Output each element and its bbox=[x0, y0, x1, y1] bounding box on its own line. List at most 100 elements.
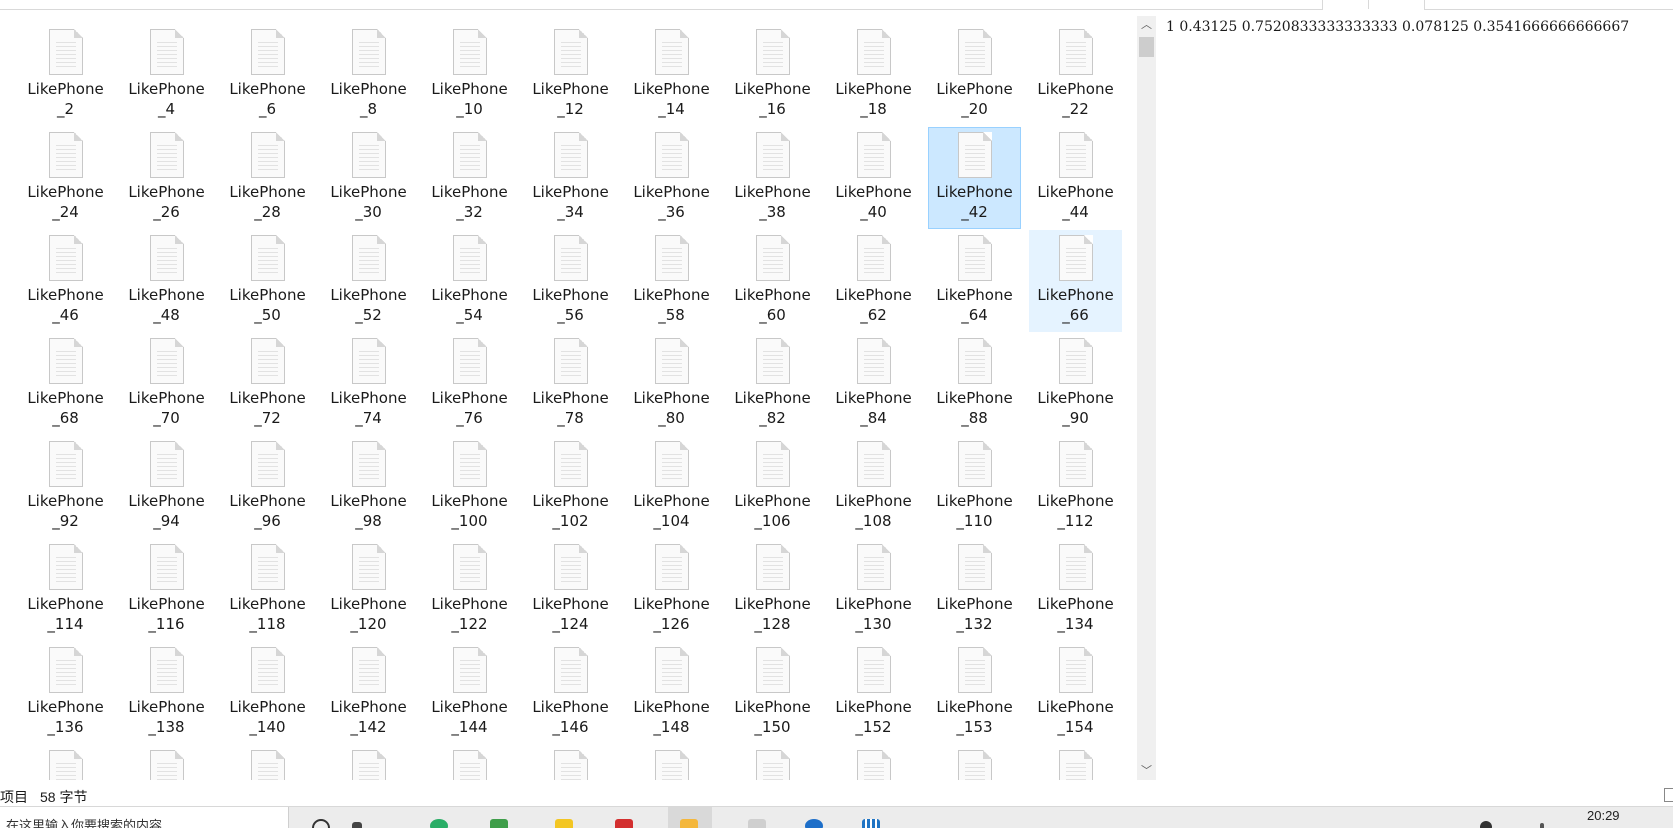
file-item[interactable]: LikePhone _40 bbox=[827, 127, 920, 229]
file-item[interactable]: LikePhone _70 bbox=[120, 333, 213, 435]
file-item[interactable]: LikePhone _74 bbox=[322, 333, 415, 435]
file-item[interactable]: LikePhone _132 bbox=[928, 539, 1021, 641]
file-item[interactable]: LikePhone _102 bbox=[524, 436, 617, 538]
file-item[interactable]: LikePhone _112 bbox=[1029, 436, 1122, 538]
file-item[interactable]: LikePhone _76 bbox=[423, 333, 516, 435]
file-item[interactable]: LikePhone _24 bbox=[19, 127, 112, 229]
file-item[interactable]: LikePhone _144 bbox=[423, 642, 516, 744]
file-item[interactable]: LikePhone _152 bbox=[827, 642, 920, 744]
file-item[interactable]: LikePhone _46 bbox=[19, 230, 112, 332]
file-name: LikePhone _100 bbox=[424, 491, 515, 531]
file-item[interactable]: LikePhone _14 bbox=[625, 24, 718, 126]
file-item[interactable]: LikePhone _52 bbox=[322, 230, 415, 332]
file-item[interactable]: LikePhone _108 bbox=[827, 436, 920, 538]
file-item[interactable]: LikePhone _92 bbox=[19, 436, 112, 538]
file-item[interactable]: LikePhone _84 bbox=[827, 333, 920, 435]
scroll-thumb[interactable] bbox=[1139, 37, 1154, 57]
taskbar-clock[interactable]: 20:29 bbox=[1587, 808, 1620, 823]
file-item[interactable] bbox=[726, 745, 819, 780]
file-item[interactable]: LikePhone _130 bbox=[827, 539, 920, 641]
file-item[interactable]: LikePhone _26 bbox=[120, 127, 213, 229]
file-item[interactable]: LikePhone _94 bbox=[120, 436, 213, 538]
file-item[interactable]: LikePhone _48 bbox=[120, 230, 213, 332]
scroll-up-arrow-icon[interactable]: ︿ bbox=[1137, 16, 1156, 34]
file-item[interactable]: LikePhone _136 bbox=[19, 642, 112, 744]
file-item[interactable]: LikePhone _146 bbox=[524, 642, 617, 744]
file-item[interactable]: LikePhone _150 bbox=[726, 642, 819, 744]
file-item[interactable]: LikePhone _66 bbox=[1029, 230, 1122, 332]
file-item[interactable]: LikePhone _124 bbox=[524, 539, 617, 641]
file-item[interactable] bbox=[19, 745, 112, 780]
file-item[interactable]: LikePhone _142 bbox=[322, 642, 415, 744]
file-item[interactable]: LikePhone _36 bbox=[625, 127, 718, 229]
file-item[interactable] bbox=[625, 745, 718, 780]
file-item[interactable]: LikePhone _22 bbox=[1029, 24, 1122, 126]
file-item[interactable]: LikePhone _8 bbox=[322, 24, 415, 126]
file-item[interactable]: LikePhone _56 bbox=[524, 230, 617, 332]
file-item[interactable]: LikePhone _50 bbox=[221, 230, 314, 332]
file-item[interactable]: LikePhone _118 bbox=[221, 539, 314, 641]
file-item[interactable] bbox=[221, 745, 314, 780]
file-item[interactable]: LikePhone _28 bbox=[221, 127, 314, 229]
view-toggle-icon[interactable] bbox=[1664, 788, 1673, 802]
file-name-line2: _52 bbox=[355, 306, 382, 324]
file-item[interactable]: LikePhone _78 bbox=[524, 333, 617, 435]
file-item[interactable] bbox=[928, 745, 1021, 780]
file-item[interactable]: LikePhone _34 bbox=[524, 127, 617, 229]
file-item[interactable]: LikePhone _154 bbox=[1029, 642, 1122, 744]
file-item[interactable]: LikePhone _104 bbox=[625, 436, 718, 538]
file-item[interactable]: LikePhone _140 bbox=[221, 642, 314, 744]
file-item[interactable] bbox=[423, 745, 516, 780]
file-item[interactable]: LikePhone _88 bbox=[928, 333, 1021, 435]
file-item[interactable]: LikePhone _148 bbox=[625, 642, 718, 744]
file-item[interactable] bbox=[120, 745, 213, 780]
scroll-down-arrow-icon[interactable]: ﹀ bbox=[1137, 762, 1156, 780]
file-item[interactable]: LikePhone _110 bbox=[928, 436, 1021, 538]
file-item[interactable]: LikePhone _12 bbox=[524, 24, 617, 126]
file-item[interactable]: LikePhone _4 bbox=[120, 24, 213, 126]
text-file-icon bbox=[452, 338, 487, 384]
file-item[interactable]: LikePhone _96 bbox=[221, 436, 314, 538]
file-item[interactable]: LikePhone _68 bbox=[19, 333, 112, 435]
file-item[interactable]: LikePhone _30 bbox=[322, 127, 415, 229]
file-item[interactable]: LikePhone _64 bbox=[928, 230, 1021, 332]
file-item[interactable]: LikePhone _126 bbox=[625, 539, 718, 641]
file-item[interactable] bbox=[322, 745, 415, 780]
task-view-icon[interactable] bbox=[352, 822, 362, 828]
file-item[interactable]: LikePhone _134 bbox=[1029, 539, 1122, 641]
file-item[interactable] bbox=[827, 745, 920, 780]
file-item[interactable]: LikePhone _128 bbox=[726, 539, 819, 641]
file-item[interactable]: LikePhone _100 bbox=[423, 436, 516, 538]
file-item[interactable]: LikePhone _120 bbox=[322, 539, 415, 641]
file-item[interactable]: LikePhone _153 bbox=[928, 642, 1021, 744]
file-item[interactable]: LikePhone _138 bbox=[120, 642, 213, 744]
file-item[interactable]: LikePhone _32 bbox=[423, 127, 516, 229]
file-item[interactable]: LikePhone _38 bbox=[726, 127, 819, 229]
file-item[interactable]: LikePhone _114 bbox=[19, 539, 112, 641]
file-item[interactable]: LikePhone _60 bbox=[726, 230, 819, 332]
file-item[interactable]: LikePhone _44 bbox=[1029, 127, 1122, 229]
file-item[interactable]: LikePhone _20 bbox=[928, 24, 1021, 126]
file-item[interactable]: LikePhone _122 bbox=[423, 539, 516, 641]
file-item[interactable]: LikePhone _6 bbox=[221, 24, 314, 126]
file-item[interactable]: LikePhone _42 bbox=[928, 127, 1021, 229]
file-item[interactable]: LikePhone _98 bbox=[322, 436, 415, 538]
file-item[interactable]: LikePhone _72 bbox=[221, 333, 314, 435]
file-item[interactable]: LikePhone _80 bbox=[625, 333, 718, 435]
taskbar-search-box[interactable]: 在这里输入你要搜索的内容 bbox=[0, 807, 289, 828]
file-item[interactable]: LikePhone _16 bbox=[726, 24, 819, 126]
vertical-scrollbar[interactable]: ︿ ﹀ bbox=[1137, 16, 1156, 780]
file-item[interactable]: LikePhone _90 bbox=[1029, 333, 1122, 435]
file-item[interactable]: LikePhone _2 bbox=[19, 24, 112, 126]
file-item[interactable]: LikePhone _54 bbox=[423, 230, 516, 332]
tray-status-icon[interactable] bbox=[1540, 823, 1544, 828]
file-item[interactable]: LikePhone _58 bbox=[625, 230, 718, 332]
file-item[interactable]: LikePhone _116 bbox=[120, 539, 213, 641]
file-item[interactable]: LikePhone _106 bbox=[726, 436, 819, 538]
file-item[interactable]: LikePhone _18 bbox=[827, 24, 920, 126]
file-item[interactable]: LikePhone _10 bbox=[423, 24, 516, 126]
file-item[interactable] bbox=[1029, 745, 1122, 780]
file-item[interactable] bbox=[524, 745, 617, 780]
file-item[interactable]: LikePhone _82 bbox=[726, 333, 819, 435]
file-item[interactable]: LikePhone _62 bbox=[827, 230, 920, 332]
